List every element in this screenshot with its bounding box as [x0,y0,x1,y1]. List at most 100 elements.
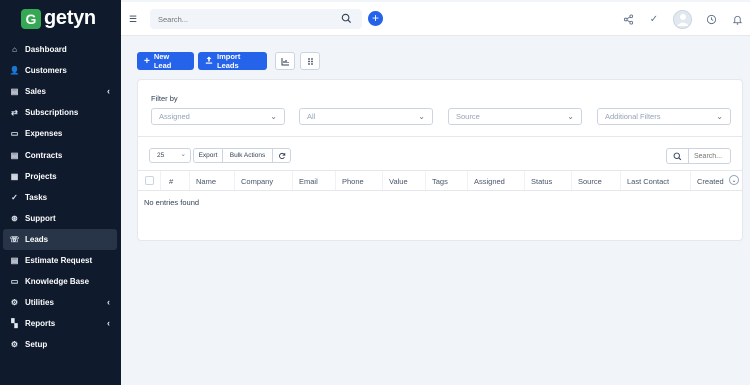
page-size-select[interactable]: 25 ⌄ [149,148,191,163]
global-search [150,9,362,29]
chart-icon: ▦ [10,171,19,181]
cogs-icon: ⚙ [10,298,19,308]
sidebar-item-expenses[interactable]: ▭ Expenses [0,123,121,144]
chevron-down-icon: ⌄ [567,112,574,121]
logo-text: getyn [44,7,96,29]
chevron-left-icon: ‹ [107,318,110,329]
page-size-value: 25 [157,152,165,159]
user-icon: 👤 [9,66,20,76]
table-search-input[interactable] [688,148,731,164]
chevron-left-icon: ‹ [107,297,110,308]
additional-filters[interactable]: Additional Filters ⌄ [597,108,731,125]
sidebar-item-contracts[interactable]: ▤ Contracts [0,144,121,165]
receipt-icon: ▤ [10,87,19,97]
sidebar-item-label: Leads [25,234,49,244]
check-circle-icon: ✓ [11,192,18,202]
column-divider [234,171,235,190]
column-divider [189,171,190,190]
sidebar-item-label: Customers [25,66,67,76]
assigned-filter[interactable]: Assigned ⌄ [151,108,285,125]
refresh-icon [278,152,285,159]
share-icon[interactable] [615,13,641,25]
sidebar-item-reports[interactable]: ▚ Reports ‹ [0,313,121,334]
source-filter[interactable]: Source ⌄ [448,108,582,125]
chart-toggle-button[interactable] [275,52,295,70]
column-divider [382,171,383,190]
sidebar-item-tasks[interactable]: ✓ Tasks [0,187,121,208]
document-icon: ▤ [10,150,19,160]
sidebar-item-label: Contracts [25,150,63,160]
sidebar-item-customers[interactable]: 👤 Customers [0,60,121,81]
sidebar-item-sales[interactable]: ▤ Sales ‹ [0,81,121,102]
sort-desc-icon[interactable]: ⌄ [729,175,739,185]
grid-icon [307,57,313,65]
sidebar-item-setup[interactable]: ⚙ Setup [0,334,121,355]
clock-icon[interactable] [698,14,724,25]
column-divider [524,171,525,190]
sidebar-item-leads[interactable]: ☏ Leads [3,228,117,250]
tty-icon: ☏ [9,234,20,244]
sidebar: G getyn ⌂ Dashboard 👤 Customers ▤ Sales ‹ ⇄ Subs… [0,0,121,385]
sidebar-item-label: Tasks [25,192,48,202]
sidebar-item-label: Subscriptions [25,108,79,118]
empty-message: No entries found [144,198,200,207]
chevron-down-icon: ⌄ [716,112,723,121]
column-divider [335,171,336,190]
col-phone[interactable]: Phone [342,177,364,186]
sidebar-item-label: Setup [25,340,48,350]
col-created[interactable]: Created [697,177,724,186]
new-lead-button[interactable]: + New Lead [137,52,194,70]
check-icon[interactable]: ✓ [641,14,667,25]
sidebar-item-utilities[interactable]: ⚙ Utilities ‹ [0,292,121,313]
status-filter[interactable]: All ⌄ [299,108,433,125]
filter-label: Filter by [151,94,178,103]
menu-toggle-icon[interactable]: ☰ [129,14,137,25]
repeat-icon: ⇄ [11,108,18,118]
sidebar-item-label: Reports [25,319,56,329]
plus-icon: + [144,55,150,67]
source-filter-value: Source [456,112,480,121]
home-icon: ⌂ [12,45,17,55]
folder-icon: ▭ [10,277,19,287]
col-email[interactable]: Email [299,177,318,186]
sidebar-item-dashboard[interactable]: ⌂ Dashboard [0,39,121,60]
export-button[interactable]: Export [193,148,223,163]
select-all-checkbox[interactable] [145,176,154,185]
bell-icon[interactable] [724,14,750,25]
sidebar-item-knowledge-base[interactable]: ▭ Knowledge Base [0,271,121,292]
additional-filters-value: Additional Filters [605,112,661,121]
sidebar-item-subscriptions[interactable]: ⇄ Subscriptions [0,102,121,123]
top-bar: ☰ + ✓ [121,2,750,36]
col-assigned[interactable]: Assigned [474,177,505,186]
table-search-icon[interactable] [666,148,689,164]
reload-button[interactable] [273,148,291,163]
sidebar-item-support[interactable]: ⊛ Support [0,208,121,229]
area-chart-icon: ▚ [11,319,18,329]
logo-mark: G [21,8,41,29]
sidebar-item-label: Expenses [25,129,63,139]
col-source[interactable]: Source [578,177,602,186]
bulk-actions-button[interactable]: Bulk Actions [223,148,273,163]
col-value[interactable]: Value [389,177,408,186]
col-tags[interactable]: Tags [432,177,448,186]
search-icon[interactable] [341,13,352,26]
sidebar-item-projects[interactable]: ▦ Projects [0,166,121,187]
sidebar-item-label: Dashboard [25,45,67,55]
sidebar-item-label: Utilities [25,298,54,308]
import-leads-button[interactable]: Import Leads [198,52,267,70]
col-status[interactable]: Status [531,177,552,186]
brand-logo[interactable]: G getyn [0,0,121,37]
lifebuoy-icon: ⊛ [11,213,18,223]
file-icon: ▭ [10,129,19,139]
col-last-contact[interactable]: Last Contact [627,177,669,186]
sidebar-item-estimate-request[interactable]: ▤ Estimate Request [0,250,121,271]
col-company[interactable]: Company [241,177,273,186]
col-id[interactable]: # [169,177,173,186]
column-divider [690,171,691,190]
avatar[interactable] [673,9,692,29]
import-leads-label: Import Leads [217,52,241,70]
kanban-toggle-button[interactable] [300,52,320,70]
global-search-input[interactable] [150,9,330,29]
quick-create-button[interactable]: + [368,11,383,26]
col-name[interactable]: Name [196,177,216,186]
